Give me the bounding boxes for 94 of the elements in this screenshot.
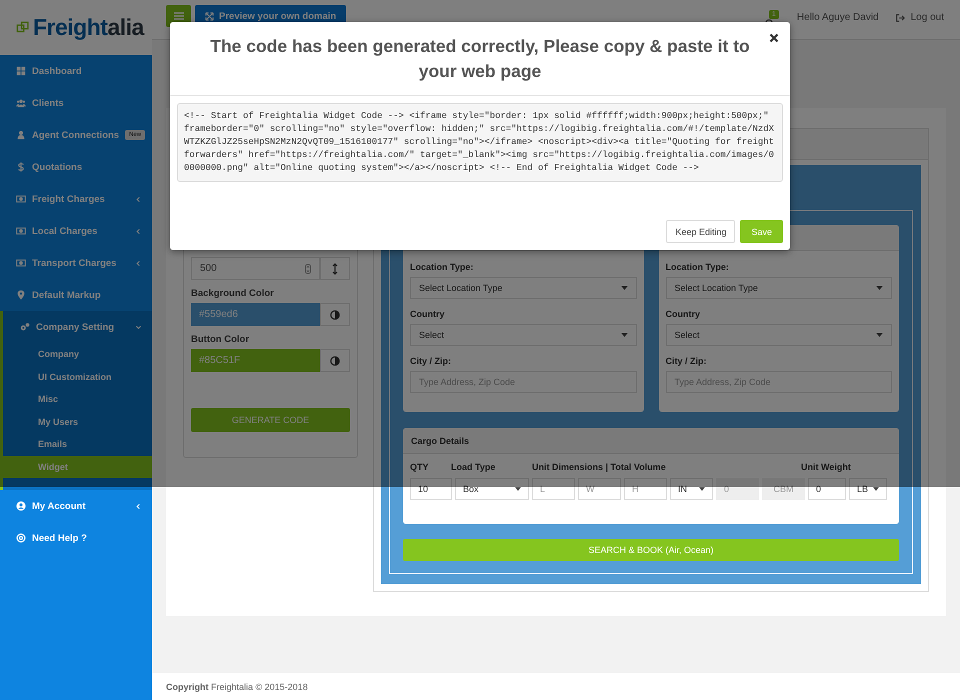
input-field[interactable]: 10	[410, 478, 452, 500]
select-field[interactable]: LB	[849, 478, 887, 500]
marker-icon	[16, 290, 26, 300]
users-icon	[16, 98, 26, 108]
money-icon	[16, 258, 26, 268]
sidebar-item[interactable]: Dashboard	[0, 55, 152, 87]
sign-out-icon	[894, 12, 905, 22]
caret-icon	[876, 286, 883, 290]
submenu-item[interactable]: Misc	[3, 388, 152, 410]
sidebar-label: Default Markup	[32, 290, 101, 300]
input-field[interactable]: 0	[808, 478, 846, 500]
resize-vertical-icon	[332, 262, 338, 274]
submenu-item[interactable]: Company	[3, 343, 152, 366]
chevron-left-icon	[135, 196, 142, 202]
sidebar-item[interactable]: Default Markup	[0, 279, 152, 311]
field-label: Button Color	[191, 334, 250, 345]
sidebar-label: My Account	[32, 500, 86, 512]
panel-title: Cargo Details	[411, 436, 470, 446]
column-header: QTY	[410, 462, 430, 474]
sidebar-label: Agent Connections	[32, 130, 120, 140]
keep-editing-button[interactable]: Keep Editing	[666, 220, 736, 243]
input-field[interactable]: H	[624, 478, 667, 500]
help-icon	[16, 533, 26, 543]
contrast-icon[interactable]	[330, 310, 340, 320]
input-field: 0	[716, 478, 759, 500]
caret-icon	[620, 286, 628, 290]
sidebar-item[interactable]: Freight Charges	[0, 183, 152, 215]
copyright-text: Copyright Freightalia © 2015-2018	[166, 682, 308, 692]
spinner-icon	[305, 264, 311, 274]
sidebar-item[interactable]: Company Setting	[0, 311, 152, 343]
input-field[interactable]: W	[578, 478, 621, 500]
generate-code-button[interactable]: GENERATE CODE	[191, 408, 350, 432]
column-header: Unit Dimensions | Total Volume	[532, 462, 667, 474]
sidebar-item[interactable]: Transport Charges	[0, 247, 152, 279]
sidebar-label: Need Help ?	[32, 532, 87, 544]
select-field[interactable]: Select	[410, 324, 636, 346]
chevron-left-icon	[135, 228, 142, 234]
logout-link[interactable]: Log out	[894, 12, 944, 23]
dialog-title: The code has been generated correctly, Please copy & paste it to your web page	[209, 34, 751, 83]
color-field[interactable]: #85C51F	[191, 349, 320, 372]
sidebar-label: Dashboard	[32, 66, 82, 76]
sidebar-label: Quotations	[32, 162, 82, 172]
money-icon	[16, 194, 26, 204]
select-field[interactable]: Select Location Type	[666, 277, 892, 299]
submenu-item[interactable]: Widget	[3, 456, 152, 478]
column-header: Unit Weight	[801, 462, 851, 474]
grid-icon	[16, 66, 26, 76]
sidebar-label: Company Setting	[36, 322, 114, 332]
column-header: Load Type	[451, 462, 496, 474]
sidebar-item[interactable]: Quotations	[0, 151, 152, 183]
input-field[interactable]: L	[532, 478, 575, 500]
sidebar-item[interactable]: Local Charges	[0, 215, 152, 247]
caret-icon	[620, 333, 628, 337]
field-label: Country	[666, 309, 701, 319]
menu-icon	[174, 11, 184, 21]
chevron-down-icon	[135, 324, 142, 330]
search-book-button[interactable]: SEARCH & BOOK (Air, Ocean)	[403, 539, 899, 561]
color-field[interactable]: #559ed6	[191, 303, 320, 326]
chevron-left-icon	[135, 502, 142, 510]
select-field[interactable]: Box	[455, 478, 529, 500]
sidebar-label: Transport Charges	[32, 258, 116, 268]
submenu-item[interactable]: My Users	[3, 410, 152, 433]
select-field[interactable]: Select Location Type	[410, 277, 636, 299]
submenu-item[interactable]: Emails	[3, 433, 152, 456]
sidebar-label: Freight Charges	[32, 194, 105, 204]
user-greeting: Hello Aguye David	[796, 12, 879, 23]
user-icon	[16, 130, 26, 140]
contrast-icon[interactable]	[330, 356, 340, 366]
caret-icon	[876, 333, 883, 337]
select-field[interactable]: IN	[670, 478, 713, 500]
field-label: Location Type:	[666, 262, 730, 272]
field-label: Location Type:	[410, 262, 474, 272]
field-label: Background Color	[191, 288, 275, 299]
select-field[interactable]: Select	[666, 324, 892, 346]
money-icon	[16, 226, 26, 236]
logo: Freightalia	[16, 14, 144, 41]
field-label: Country	[410, 309, 446, 319]
code-box[interactable]: <!-- Start of Freightalia Widget Code --> <iframe style="border: 1px solid #ffffff;width:900px;height:500px;" frameborder="0" scrolling="no" style="overflow: hidden;" src="https://logibig.freightalia.com/#!/template/NzdXWTZKZGlJZ25seHpSN2MzN2QvQT09_1516100177" scrolling="no"></iframe> <noscript><div><a title="Quoting for freight forwarders" href="https://freightalia.com/" target="_blank"><img src="https://logibig.freightalia.com/images/00000000.png" alt="Online quoting system"></a></noscript> <!-- End of Freightalia Widget Code -->	[177, 103, 783, 182]
chevron-left-icon	[135, 260, 142, 266]
field-label: City / Zip:	[410, 356, 452, 366]
cogs-icon	[20, 322, 30, 332]
submenu-item[interactable]: UI Customization	[3, 366, 152, 388]
sidebar-item[interactable]: My Account	[0, 490, 152, 522]
sidebar-label: Clients	[32, 98, 64, 108]
sidebar-item[interactable]: Need Help ?	[0, 522, 152, 554]
field-label: City / Zip:	[666, 356, 708, 366]
sidebar-item[interactable]: Clients	[0, 87, 152, 119]
height-field[interactable]: 500	[191, 257, 320, 280]
account-icon	[16, 501, 26, 511]
close-icon[interactable]	[769, 33, 779, 43]
sidebar-label: Local Charges	[32, 226, 98, 236]
dollar-icon	[16, 162, 26, 172]
save-button[interactable]: Save	[740, 220, 783, 243]
unit-addon: CBM	[762, 478, 805, 500]
